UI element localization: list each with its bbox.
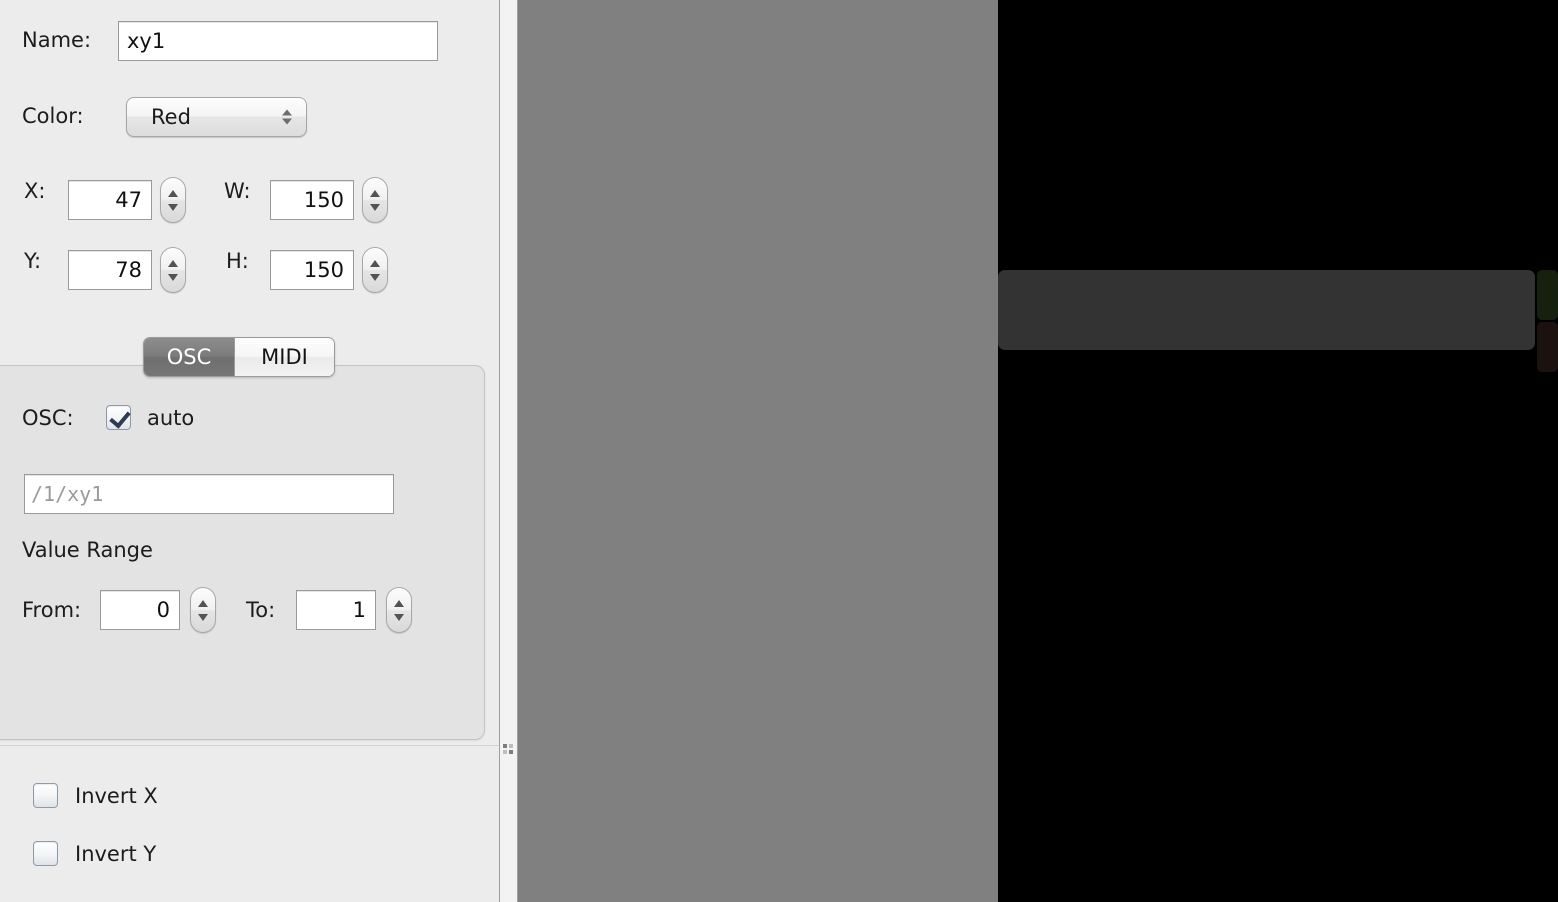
color-label: Color: <box>22 104 84 128</box>
name-input[interactable]: xy1 <box>118 21 438 61</box>
indicator-strip-green <box>1537 270 1558 320</box>
color-dropdown-value: Red <box>151 105 191 129</box>
invert-y-label: Invert Y <box>75 841 157 866</box>
checkbox-icon <box>106 405 131 430</box>
panel-splitter[interactable] <box>499 0 518 902</box>
to-label-wrap: To: <box>246 598 275 622</box>
osc-auto-checkbox[interactable]: auto <box>106 405 194 430</box>
color-dropdown[interactable]: Red <box>126 97 307 137</box>
chevron-updown-icon <box>282 109 292 125</box>
color-row: Color: <box>22 104 84 128</box>
y-input-value: 78 <box>115 258 142 282</box>
w-stepper[interactable] <box>362 177 388 223</box>
splitter-grip-icon[interactable] <box>503 744 514 756</box>
h-stepper[interactable] <box>362 247 388 293</box>
tab-osc[interactable]: OSC <box>144 338 234 376</box>
invert-x-checkbox[interactable]: Invert X <box>33 783 158 808</box>
indicator-strip-red <box>1537 322 1558 372</box>
app-window: Name: xy1 Color: Red X: 47 W: 150 Y: 78 … <box>0 0 1558 902</box>
from-input[interactable]: 0 <box>100 590 180 630</box>
inspector-panel: Name: xy1 Color: Red X: 47 W: 150 Y: 78 … <box>0 0 499 902</box>
to-label: To: <box>246 598 276 622</box>
h-label-wrap: H: <box>226 249 249 273</box>
h-input[interactable]: 150 <box>270 250 354 290</box>
checkbox-icon <box>33 841 58 866</box>
device-surface[interactable] <box>998 0 1558 902</box>
protocol-tabbar: OSC MIDI <box>143 337 335 377</box>
x-label-wrap: X: <box>24 179 45 203</box>
y-label-wrap: Y: <box>24 249 41 273</box>
y-stepper[interactable] <box>160 247 186 293</box>
osc-auto-label: auto <box>147 405 195 430</box>
from-label-wrap: From: <box>22 598 81 622</box>
osc-label-wrap: OSC: <box>22 406 74 430</box>
from-label: From: <box>22 598 82 622</box>
from-input-value: 0 <box>156 598 170 622</box>
x-input[interactable]: 47 <box>68 180 152 220</box>
editor-canvas[interactable] <box>518 0 1558 902</box>
name-row: Name: <box>22 28 91 52</box>
x-label: X: <box>24 179 46 203</box>
to-stepper[interactable] <box>386 587 412 633</box>
name-label: Name: <box>22 28 92 52</box>
from-stepper[interactable] <box>190 587 216 633</box>
h-label: H: <box>226 249 249 273</box>
invert-x-label: Invert X <box>75 783 158 808</box>
h-input-value: 150 <box>303 258 344 282</box>
w-input[interactable]: 150 <box>270 180 354 220</box>
device-toolbar <box>998 270 1535 350</box>
y-label: Y: <box>24 249 42 273</box>
tab-midi-label: MIDI <box>261 345 308 369</box>
w-label-wrap: W: <box>224 179 251 203</box>
invert-y-checkbox[interactable]: Invert Y <box>33 841 156 866</box>
y-input[interactable]: 78 <box>68 250 152 290</box>
panel-divider <box>0 745 499 746</box>
osc-address-placeholder: /1/xy1 <box>31 482 104 506</box>
w-input-value: 150 <box>303 188 344 212</box>
tab-midi[interactable]: MIDI <box>234 338 334 376</box>
to-input-value: 1 <box>352 598 366 622</box>
osc-label: OSC: <box>22 406 74 430</box>
x-input-value: 47 <box>115 188 142 212</box>
tab-osc-label: OSC <box>166 345 212 369</box>
checkbox-icon <box>33 783 58 808</box>
value-range-heading-wrap: Value Range <box>22 538 153 562</box>
value-range-heading: Value Range <box>22 538 153 562</box>
w-label: W: <box>224 179 251 203</box>
name-input-value: xy1 <box>127 29 166 53</box>
to-input[interactable]: 1 <box>296 590 376 630</box>
osc-address-input[interactable]: /1/xy1 <box>24 474 394 514</box>
x-stepper[interactable] <box>160 177 186 223</box>
